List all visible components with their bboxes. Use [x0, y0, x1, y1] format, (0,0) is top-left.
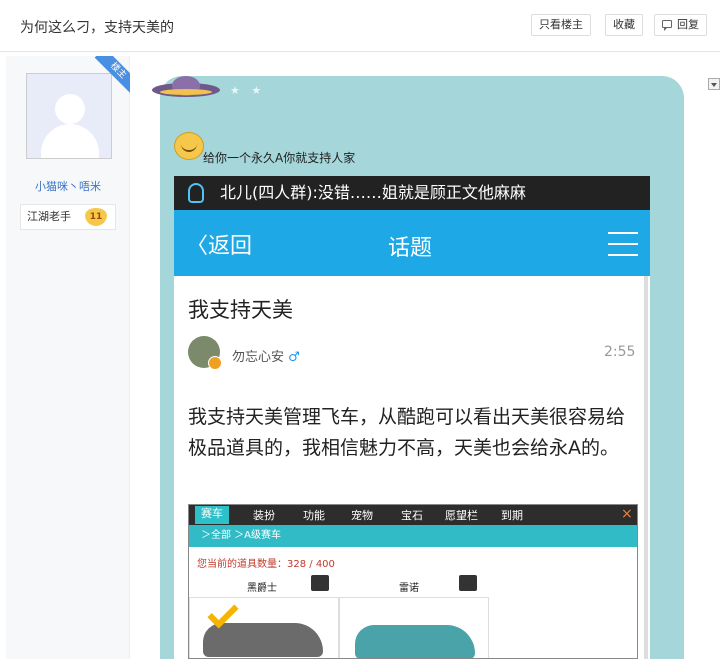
game-tab: 到期: [501, 509, 523, 522]
game-tabs: 赛车 装扮 功能 宠物 宝石 愿望栏 到期 ×: [189, 505, 637, 525]
op-ribbon-wrap: 楼主: [86, 56, 130, 100]
rank-label: 江湖老手: [27, 210, 71, 223]
close-icon: ×: [621, 506, 633, 522]
game-tab: 愿望栏: [445, 509, 478, 522]
item-count: 您当前的道具数量：328 / 400: [197, 559, 335, 570]
car-name: 雷诺: [399, 583, 419, 594]
game-tab: 赛车: [195, 506, 229, 524]
notification-text: 北儿(四人群):没错……姐就是顾正文他麻麻: [220, 183, 526, 202]
topic-body: 我支持天美管理飞车，从酷跑可以看出天美很容易给极品道具的，我相信魅力不高，天美也…: [188, 406, 626, 459]
car-image: [203, 623, 323, 657]
post-time: 2:55: [604, 344, 636, 360]
gift-icon: [311, 575, 329, 591]
favorite-button[interactable]: 收藏: [605, 14, 643, 36]
back-label: 返回: [208, 234, 253, 259]
poster-name: 勿忘心安 ♂: [232, 346, 300, 365]
reply-button-label: 回复: [677, 18, 699, 31]
star-decoration: ★ ★: [230, 84, 266, 97]
post-text: 给你一个永久A你就支持人家: [203, 151, 356, 165]
qq-notification: 北儿(四人群):没错……姐就是顾正文他麻麻: [174, 176, 650, 210]
game-breadcrumb: ＞全部 ＞A级赛车: [189, 525, 637, 547]
gift-icon: [459, 575, 477, 591]
car-name: 黑爵士: [247, 583, 277, 594]
thread-header: 为何这么刁，支持天美的 只看楼主 收藏 回复: [0, 0, 720, 52]
smile-emoji-icon: [174, 132, 204, 160]
qq-icon: [188, 183, 204, 203]
author-sidebar: 小猫咪丶唔米 江湖老手 11: [6, 56, 130, 659]
male-icon: ♂: [288, 350, 300, 365]
level-badge: 11: [85, 208, 107, 226]
author-rank: 江湖老手 11: [20, 204, 116, 230]
game-tab: 装扮: [253, 509, 275, 522]
only-op-button[interactable]: 只看楼主: [531, 14, 591, 36]
topic-navbar: 〈返回 话题: [174, 210, 650, 276]
author-name[interactable]: 小猫咪丶唔米: [6, 178, 130, 194]
post-options-dropdown[interactable]: [708, 78, 720, 90]
game-tab: 功能: [303, 509, 325, 522]
ufo-icon: [152, 76, 220, 97]
reply-button[interactable]: 回复: [654, 14, 707, 36]
embedded-screenshot: 北儿(四人群):没错……姐就是顾正文他麻麻 〈返回 话题 我支持天美 勿忘心安 …: [174, 176, 650, 659]
game-inventory-screenshot: 赛车 装扮 功能 宠物 宝石 愿望栏 到期 × ＞全部 ＞A级赛车 您当前的道具…: [188, 504, 638, 659]
avatar-body: [41, 124, 99, 158]
game-tab: 宝石: [401, 509, 423, 522]
chevron-left-icon: 〈: [186, 234, 209, 259]
level-badge-icon: [208, 356, 222, 370]
topic-title: 我支持天美: [188, 298, 293, 322]
nav-title: 话题: [388, 236, 433, 261]
comment-icon: [662, 20, 672, 31]
car-image: [355, 625, 475, 658]
menu-icon[interactable]: [608, 232, 638, 256]
op-ribbon: 楼主: [94, 56, 130, 95]
poster-avatar: [188, 336, 222, 370]
avatar-head: [55, 94, 85, 124]
back-button[interactable]: 〈返回: [186, 228, 252, 260]
poster-name-text: 勿忘心安: [232, 350, 285, 365]
thread-title: 为何这么刁，支持天美的: [20, 20, 174, 36]
scrollbar: [644, 276, 648, 659]
game-tab: 宠物: [351, 509, 373, 522]
